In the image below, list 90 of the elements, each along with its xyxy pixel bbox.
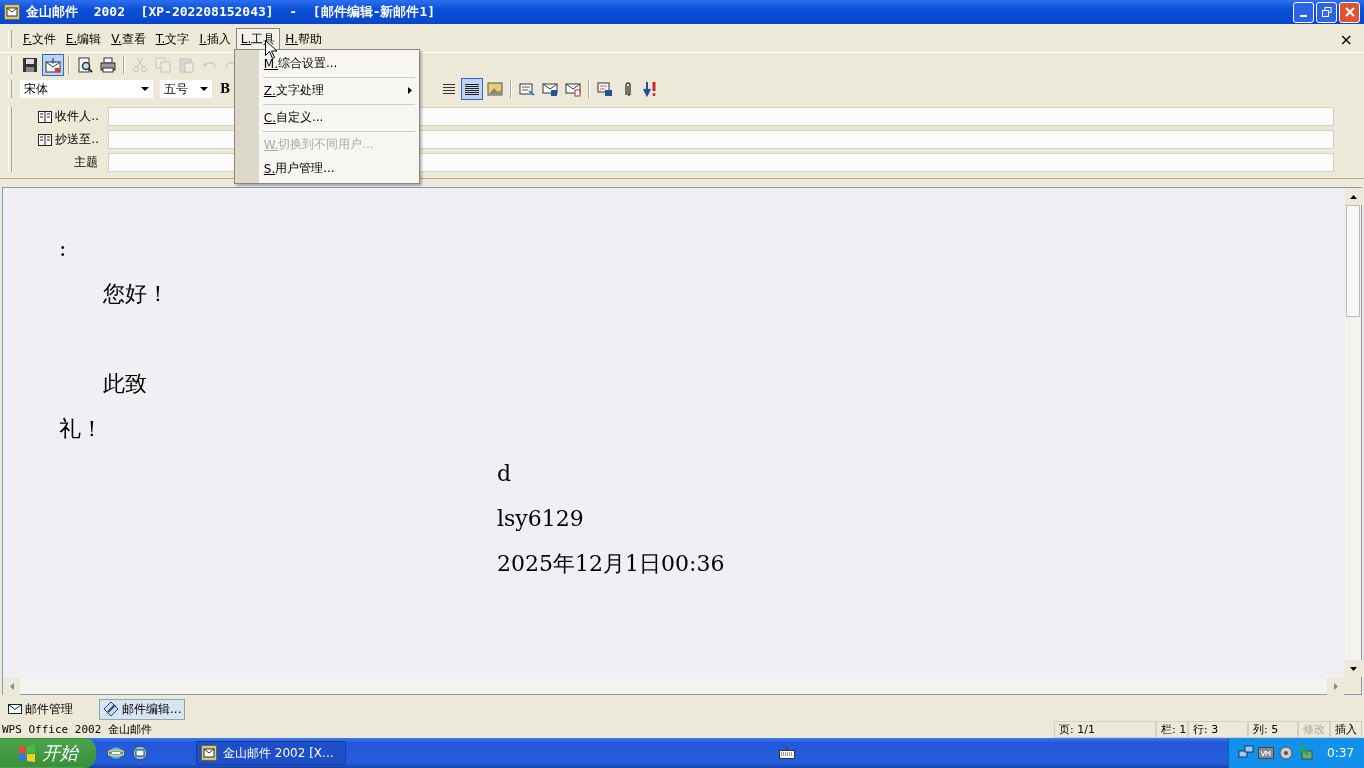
- body-text: 此致: [102, 370, 148, 398]
- message-body[interactable]: : 您好！ 此致 礼！ d lsy6129 2025年12月1日00:36: [3, 188, 1344, 677]
- status-pane: 行: 3: [1188, 720, 1248, 738]
- minimize-icon: [1300, 15, 1307, 17]
- tab[interactable]: 邮件管理: [4, 698, 77, 720]
- dropdown-arrow-icon: [200, 87, 208, 91]
- font-dropdown[interactable]: 宋体: [19, 79, 154, 99]
- body-text: 礼！: [58, 415, 104, 443]
- pencil-box-icon: [1298, 745, 1315, 761]
- start-button[interactable]: 开始: [0, 738, 96, 768]
- scroll-up-icon: [1350, 194, 1357, 199]
- signature-text: lsy6129: [497, 505, 585, 533]
- justify-lines-button[interactable]: [461, 78, 483, 100]
- menu-item[interactable]: S.用户管理...: [258, 156, 419, 181]
- tray-button[interactable]: [1257, 744, 1276, 762]
- copy-icon: [155, 57, 171, 73]
- vm-icon: [1258, 745, 1275, 761]
- picture-icon: [487, 81, 503, 97]
- window-title: 金山邮件 2002 [XP-202208152043] - [邮件编辑-新邮件1]: [26, 3, 436, 21]
- status-pane: 页: 1/1: [1054, 720, 1156, 738]
- windows-flag-icon: [18, 744, 36, 762]
- envelope-page-icon: [519, 81, 535, 97]
- justify-lines-icon: [465, 83, 479, 95]
- bold-button[interactable]: B: [214, 78, 236, 100]
- envelope-arrow-icon: [45, 57, 61, 73]
- signature-text: d: [497, 460, 513, 488]
- menu-item[interactable]: E.编辑: [60, 27, 107, 51]
- field-label: 主题: [74, 154, 99, 171]
- menu-item[interactable]: I.插入: [194, 27, 236, 51]
- menu-item[interactable]: V.查看: [106, 27, 151, 51]
- e-globe-icon: [108, 745, 124, 761]
- menu-item[interactable]: F.文件: [18, 27, 61, 51]
- mail-button[interactable]: [130, 742, 150, 764]
- minimize-button[interactable]: [1293, 1, 1314, 23]
- magnifier-page-icon: [77, 57, 93, 73]
- clock: 0:37: [1327, 746, 1354, 760]
- scroll-left-icon: [9, 683, 14, 690]
- network-computers-icon: [1238, 745, 1255, 761]
- envelope-circle-icon: [132, 745, 148, 761]
- scroll-right-icon: [1333, 683, 1338, 690]
- menu-item[interactable]: Z.文字处理: [258, 78, 419, 103]
- undo-icon: [202, 61, 216, 69]
- close-button[interactable]: [1339, 1, 1360, 23]
- clipboard-icon: [178, 57, 194, 73]
- restore-icon: [1321, 7, 1332, 17]
- status-pane: 列: 5: [1248, 720, 1298, 738]
- paperclip-icon: [625, 82, 631, 96]
- envelope-icon: [4, 4, 20, 20]
- status-pane: 栏: 1: [1156, 720, 1188, 738]
- envelope-icon: [8, 704, 22, 714]
- body-text: 您好！: [102, 280, 170, 308]
- book-icon: [38, 133, 53, 146]
- scissors-icon: [132, 57, 148, 73]
- book-icon: [38, 110, 53, 123]
- envelope-lock-icon: [542, 81, 558, 97]
- close-icon: [1344, 7, 1355, 17]
- tab[interactable]: 邮件编辑...: [99, 698, 186, 720]
- menu-item[interactable]: M.综合设置...: [258, 51, 419, 76]
- keyboard-icon: [779, 747, 796, 759]
- menu-item[interactable]: C.自定义...: [258, 105, 419, 130]
- address-book-button[interactable]: 收件人..: [37, 107, 100, 126]
- printer-icon: [100, 57, 116, 73]
- taskbar-button[interactable]: 金山邮件 2002 [X...: [196, 741, 346, 765]
- scroll-down-icon: [1350, 666, 1357, 671]
- status-pane: 插入: [1330, 720, 1362, 738]
- printer-button[interactable]: [97, 54, 119, 76]
- menu-item[interactable]: H.帮助: [280, 27, 327, 51]
- horizontal-scrollbar[interactable]: [3, 677, 1344, 694]
- submenu-arrow-icon: [407, 87, 412, 94]
- envelope-arrow-button[interactable]: [42, 54, 64, 76]
- menu-item[interactable]: T.文字: [150, 27, 195, 51]
- restore-button[interactable]: [1316, 1, 1337, 23]
- body-text: :: [58, 235, 68, 263]
- font-size-dropdown[interactable]: 五号: [159, 79, 213, 99]
- status-pane: 修改: [1298, 720, 1330, 738]
- envelope-note-icon: [565, 81, 581, 97]
- status-text: WPS Office 2002 金山邮件: [2, 721, 152, 737]
- priority-arrow-exclamation-icon: [643, 81, 659, 97]
- speaker-icon: [1278, 745, 1295, 761]
- signature-text: 2025年12月1日00:36: [497, 550, 726, 578]
- page-disk-icon: [597, 81, 613, 97]
- dropdown-arrow-icon: [141, 87, 149, 91]
- tray-button[interactable]: [1277, 744, 1296, 762]
- close-document-button[interactable]: ×: [1332, 28, 1360, 50]
- scroll-thumb[interactable]: [1346, 205, 1360, 317]
- vertical-scrollbar[interactable]: [1344, 188, 1361, 677]
- align-lines-icon: [443, 84, 455, 94]
- address-book-button[interactable]: 抄送至..: [37, 130, 100, 149]
- envelope-icon: [201, 745, 217, 761]
- pen-diamond-icon: [103, 701, 119, 717]
